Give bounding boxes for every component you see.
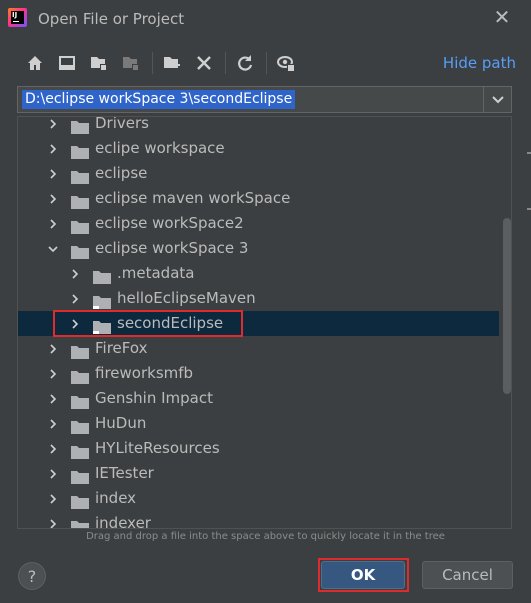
folder-icon (71, 392, 89, 409)
toolbar (22, 50, 305, 76)
tree-item-label: HuDun (95, 414, 147, 432)
help-button[interactable]: ? (18, 562, 46, 590)
refresh-icon[interactable] (232, 50, 258, 76)
tree-item[interactable]: secondEclipse (18, 311, 499, 336)
chevron-right-icon[interactable] (48, 186, 58, 211)
edge-mark (527, 208, 531, 210)
tree-item[interactable]: eclipse maven workSpace (18, 186, 499, 211)
tree-item[interactable]: eclipse (18, 161, 499, 186)
tree-item-label: HYLiteResources (95, 439, 220, 457)
chevron-right-icon[interactable] (48, 161, 58, 186)
tree-item[interactable]: Genshin Impact (18, 386, 499, 411)
close-icon[interactable]: ✕ (492, 7, 512, 27)
tree-item[interactable]: eclipse workSpace 3 (18, 236, 499, 261)
chevron-right-icon[interactable] (48, 461, 58, 486)
path-combobox[interactable]: D:\eclipse workSpace 3\secondEclipse (17, 86, 512, 113)
folder-icon (71, 117, 89, 134)
tree-item-label: eclipe workspace (95, 139, 225, 157)
folder-icon (71, 142, 89, 159)
tree-item-label: .metadata (117, 264, 195, 282)
tree-item-label: helloEclipseMaven (117, 289, 256, 307)
cancel-button[interactable]: Cancel (422, 561, 513, 589)
folder-icon (71, 167, 89, 184)
chevron-right-icon[interactable] (48, 486, 58, 511)
folder-icon (93, 267, 111, 284)
folder-icon (71, 417, 89, 434)
new-folder-icon[interactable] (159, 50, 185, 76)
home-icon[interactable] (22, 50, 48, 76)
tree-item[interactable]: HuDun (18, 411, 499, 436)
chevron-right-icon[interactable] (48, 211, 58, 236)
folder-icon (71, 342, 89, 359)
chevron-right-icon[interactable] (70, 311, 80, 336)
chevron-down-icon[interactable] (483, 87, 511, 112)
chevron-right-icon[interactable] (48, 336, 58, 361)
chevron-right-icon[interactable] (48, 436, 58, 461)
tree-item-label: Genshin Impact (95, 389, 214, 407)
tree-item-label: eclipse maven workSpace (95, 189, 291, 207)
dialog-title: Open File or Project (38, 10, 185, 28)
project-folder-icon (93, 317, 111, 334)
project-folder-icon[interactable] (86, 50, 112, 76)
title-bar: IJ Open File or Project ✕ (0, 0, 531, 38)
chevron-right-icon[interactable] (48, 361, 58, 386)
tree-item-label: index (95, 489, 137, 507)
chevron-down-icon[interactable] (48, 236, 58, 261)
folder-icon (71, 517, 89, 528)
tree-item-label: eclipse workSpace2 (95, 214, 244, 232)
edge-mark (527, 152, 531, 154)
tree-item[interactable]: IETester (18, 461, 499, 486)
hide-path-link[interactable]: Hide path (443, 54, 516, 72)
tree-item[interactable]: indexer (18, 511, 499, 529)
chevron-right-icon[interactable] (48, 386, 58, 411)
tree-item-label: IETester (95, 464, 154, 482)
intellij-idea-icon: IJ (8, 8, 27, 27)
tree-item-label: secondEclipse (117, 314, 224, 332)
tree-item[interactable]: fireworksmfb (18, 361, 499, 386)
chevron-right-icon[interactable] (48, 117, 58, 136)
drag-drop-hint: Drag and drop a file into the space abov… (86, 531, 445, 542)
tree-item-label: fireworksmfb (95, 364, 194, 382)
chevron-right-icon[interactable] (48, 136, 58, 161)
show-hidden-icon[interactable] (273, 50, 299, 76)
tree-item-label: indexer (95, 514, 151, 529)
path-field[interactable]: D:\eclipse workSpace 3\secondEclipse (22, 90, 296, 109)
tree-item[interactable]: index (18, 486, 499, 511)
folder-icon (71, 442, 89, 459)
toolbar-separator (266, 52, 267, 74)
file-tree[interactable]: indexer index IETester HYLiteResources HuDun… (17, 116, 512, 529)
tree-item-label: eclipse (95, 164, 148, 182)
project-folder-icon (93, 292, 111, 309)
toolbar-separator (225, 52, 226, 74)
toolbar-separator (152, 52, 153, 74)
tree-item-label: Drivers (95, 116, 149, 132)
chevron-right-icon[interactable] (48, 411, 58, 436)
tree-item-label: eclipse workSpace 3 (95, 239, 249, 257)
module-folder-icon[interactable] (118, 50, 144, 76)
scrollbar-thumb[interactable] (503, 218, 511, 394)
tree-item[interactable]: helloEclipseMaven (18, 286, 499, 311)
folder-icon (71, 242, 89, 259)
chevron-right-icon[interactable] (48, 511, 58, 528)
tree-item-label: FireFox (95, 339, 148, 357)
folder-icon (71, 367, 89, 384)
tree-item[interactable]: HYLiteResources (18, 436, 499, 461)
ok-button[interactable]: OK (321, 561, 405, 589)
tree-item[interactable]: eclipe workspace (18, 136, 499, 161)
delete-icon[interactable] (191, 50, 217, 76)
desktop-icon[interactable] (54, 50, 80, 76)
tree-item[interactable]: .metadata (18, 261, 499, 286)
tree-item[interactable]: Drivers (18, 116, 499, 136)
chevron-right-icon[interactable] (70, 286, 80, 311)
folder-icon (71, 467, 89, 484)
tree-item[interactable]: FireFox (18, 336, 499, 361)
chevron-right-icon[interactable] (70, 261, 80, 286)
folder-icon (71, 192, 89, 209)
tree-item[interactable]: eclipse workSpace2 (18, 211, 499, 236)
folder-icon (71, 492, 89, 509)
folder-icon (71, 217, 89, 234)
